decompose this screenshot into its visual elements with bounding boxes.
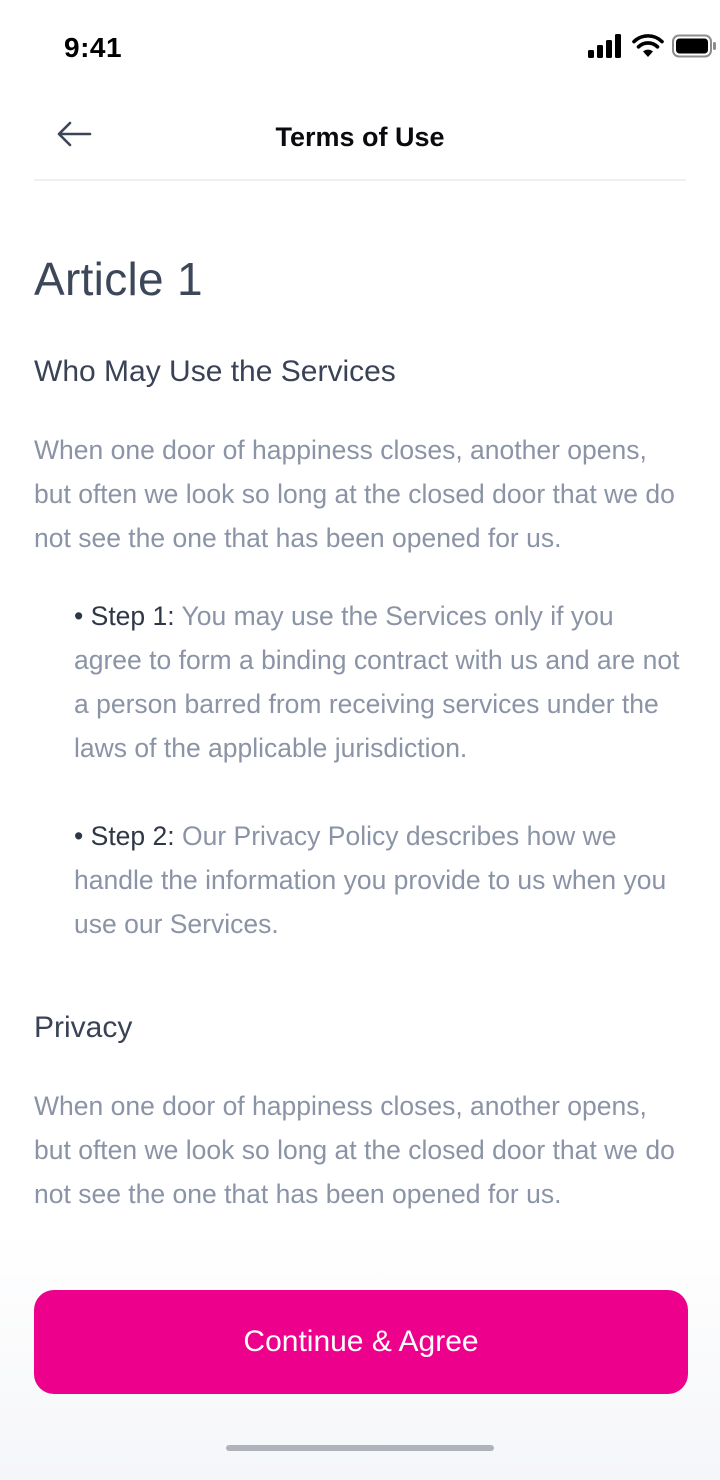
section-heading: Privacy	[34, 1011, 133, 1044]
list-item: • Step 1: You may use the Services only …	[74, 594, 686, 770]
terms-of-use-screen: 9:41 Terms of Use Article 1 Who May Use …	[0, 0, 720, 1480]
step-label: • Step 1:	[74, 601, 175, 631]
wifi-icon	[632, 34, 664, 58]
list-item: • Step 2: Our Privacy Policy describes h…	[74, 814, 686, 946]
section-heading: Who May Use the Services	[34, 355, 396, 388]
signal-icon	[588, 34, 624, 58]
section-paragraph: When one door of happiness closes, anoth…	[34, 1091, 675, 1209]
battery-icon	[672, 34, 718, 58]
status-bar: 9:41	[0, 0, 720, 96]
nav-bar: Terms of Use	[0, 96, 720, 181]
section-paragraph: When one door of happiness closes, anoth…	[34, 435, 675, 553]
continue-agree-button[interactable]: Continue & Agree	[34, 1290, 688, 1394]
article-title: Article 1	[34, 253, 203, 305]
step-label: • Step 2:	[74, 821, 175, 851]
nav-divider	[34, 179, 686, 181]
home-indicator	[226, 1445, 494, 1451]
status-icons	[560, 34, 720, 64]
page-title: Terms of Use	[275, 122, 445, 152]
status-time: 9:41	[64, 32, 123, 63]
